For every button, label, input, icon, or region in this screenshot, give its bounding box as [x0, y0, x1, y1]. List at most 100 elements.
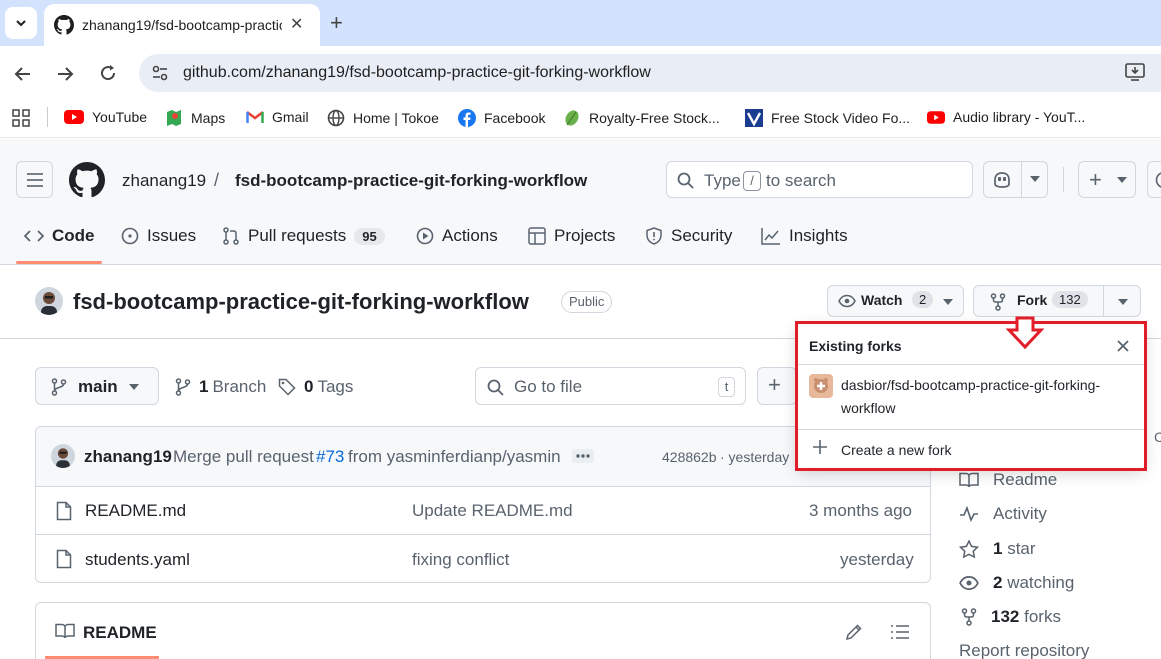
caret-down-icon[interactable]	[1118, 299, 1128, 305]
tab-close-icon[interactable]: ✕	[290, 14, 303, 34]
tag-icon	[278, 378, 296, 396]
file-icon	[56, 501, 72, 521]
tab-insights[interactable]: Insights	[761, 226, 848, 246]
commit-author-avatar[interactable]	[51, 444, 75, 468]
pull-requests-count: 95	[354, 227, 385, 245]
book-icon	[55, 623, 75, 639]
list-outline-icon[interactable]	[891, 624, 909, 640]
sidebar-stars-label: 1 star	[993, 539, 1036, 558]
file-commit-message[interactable]: fixing conflict	[412, 550, 509, 570]
bookmark-gmail[interactable]: Gmail	[246, 109, 309, 125]
tags-link[interactable]: 0 Tags	[278, 377, 353, 397]
issues-shortcut-button[interactable]	[1147, 161, 1161, 198]
bookmark-label: Free Stock Video Fo...	[771, 110, 911, 126]
file-commit-message[interactable]: Update README.md	[412, 501, 573, 521]
caret-down-icon	[1030, 176, 1040, 182]
bookmark-youtube[interactable]: YouTube	[64, 109, 147, 125]
copilot-button[interactable]	[983, 161, 1048, 198]
tag-count: 0	[304, 377, 314, 396]
tab-actions[interactable]: Actions	[416, 226, 498, 246]
commit-message-suffix[interactable]: from yasminferdianp/yasmin	[348, 447, 561, 467]
commit-pr-link[interactable]: #73	[316, 447, 344, 467]
tab-projects[interactable]: Projects	[528, 226, 615, 246]
bookmark-audio-library[interactable]: Audio library - YouT...	[927, 109, 1085, 125]
caret-down-icon	[129, 384, 139, 390]
close-icon[interactable]	[1116, 339, 1130, 353]
new-tab-icon[interactable]: +	[330, 10, 343, 36]
tab-code[interactable]: Code	[24, 226, 95, 246]
reload-icon[interactable]	[98, 63, 118, 83]
commit-message-prefix[interactable]: Merge pull request	[173, 447, 314, 467]
watch-button[interactable]: Watch 2	[827, 285, 964, 317]
repo-link[interactable]: fsd-bootcamp-practice-git-forking-workfl…	[235, 171, 587, 191]
plus-icon: +	[1089, 167, 1102, 192]
file-name[interactable]: students.yaml	[85, 550, 190, 570]
commit-author[interactable]: zhanang19	[84, 447, 172, 467]
table-row: students.yaml fixing conflict yesterday	[36, 536, 930, 582]
bookmark-royalty-free[interactable]: Royalty-Free Stock...	[563, 109, 720, 127]
bookmark-label: Home | Tokoe	[353, 110, 439, 126]
table-icon	[528, 227, 546, 245]
bookmark-label: Audio library - YouT...	[953, 109, 1086, 125]
go-to-file-input[interactable]: Go to file t	[475, 367, 746, 405]
tab-pull-requests[interactable]: Pull requests 95	[222, 226, 385, 246]
browser-tab-active[interactable]: zhanang19/fsd-bootcamp-practice-git-fork…	[44, 4, 320, 46]
kebab-horizontal-icon[interactable]	[572, 449, 594, 463]
bookmark-maps[interactable]: Maps	[165, 109, 225, 127]
install-app-icon[interactable]	[1124, 62, 1146, 82]
existing-fork-item[interactable]: dasbior/fsd-bootcamp-practice-git-forkin…	[797, 365, 1144, 429]
sidebar-watching-link[interactable]: 2 watching	[959, 573, 1074, 593]
branch-select-button[interactable]: main	[35, 367, 159, 405]
tab-label: Code	[52, 226, 95, 245]
bookmark-home-tokoe[interactable]: Home | Tokoe	[327, 109, 439, 127]
back-arrow-icon[interactable]	[13, 64, 33, 84]
pencil-icon[interactable]	[845, 623, 863, 641]
bookmark-label: Facebook	[484, 110, 546, 126]
existing-forks-popover: Existing forks dasbior/fsd-bootcamp-prac…	[797, 324, 1144, 469]
search-icon	[487, 379, 504, 396]
create-new-fork-item[interactable]: Create a new fork	[797, 430, 1144, 468]
report-repository-link[interactable]: Report repository	[959, 641, 1089, 659]
tab-label: Pull requests	[248, 226, 347, 245]
sidebar-activity-label: Activity	[993, 504, 1047, 523]
bookmark-divider	[47, 107, 48, 127]
owner-avatar[interactable]	[35, 287, 63, 315]
readme-title[interactable]: README	[83, 623, 157, 643]
active-tab-underline	[16, 261, 102, 264]
create-new-button[interactable]: +	[1078, 161, 1136, 198]
sidebar-readme-link[interactable]: Readme	[959, 470, 1057, 490]
graph-icon	[761, 227, 781, 245]
git-branch-icon	[175, 378, 191, 396]
pulse-icon	[959, 506, 979, 522]
github-logo-icon[interactable]	[69, 162, 105, 198]
owner-link[interactable]: zhanang19	[122, 171, 206, 191]
tab-search-button[interactable]	[5, 7, 37, 39]
search-input[interactable]: Type / to search	[666, 161, 973, 198]
sidebar-readme-label: Readme	[993, 470, 1058, 489]
hamburger-menu-button[interactable]	[16, 161, 53, 198]
sidebar-forks-link[interactable]: 132 forks	[961, 607, 1061, 627]
commit-hash[interactable]: 428862b	[662, 449, 717, 465]
bookmark-facebook[interactable]: Facebook	[458, 109, 545, 127]
bookmark-free-stock-video[interactable]: Free Stock Video Fo...	[745, 109, 910, 127]
fork-button[interactable]: Fork 132	[973, 285, 1141, 317]
tab-label: Actions	[442, 226, 498, 245]
git-branch-icon	[51, 378, 67, 396]
fork-label: Fork	[1017, 292, 1048, 308]
sidebar-stars-link[interactable]: 1 star	[959, 539, 1036, 559]
tab-label: Security	[671, 226, 733, 245]
eye-icon	[838, 294, 856, 308]
plus-icon	[813, 440, 827, 454]
forward-arrow-icon[interactable]	[55, 64, 75, 84]
tab-issues[interactable]: Issues	[121, 226, 196, 246]
tab-security[interactable]: Security	[645, 226, 732, 246]
file-name[interactable]: README.md	[85, 501, 186, 521]
repo-title[interactable]: fsd-bootcamp-practice-git-forking-workfl…	[73, 289, 529, 315]
add-file-button[interactable]: +	[757, 367, 797, 405]
search-icon	[677, 172, 694, 189]
apps-grid-icon[interactable]	[12, 109, 30, 127]
site-settings-icon[interactable]	[150, 63, 170, 83]
branches-link[interactable]: 1 Branch	[175, 377, 266, 397]
tab-label: Insights	[789, 226, 848, 245]
sidebar-activity-link[interactable]: Activity	[959, 504, 1047, 524]
